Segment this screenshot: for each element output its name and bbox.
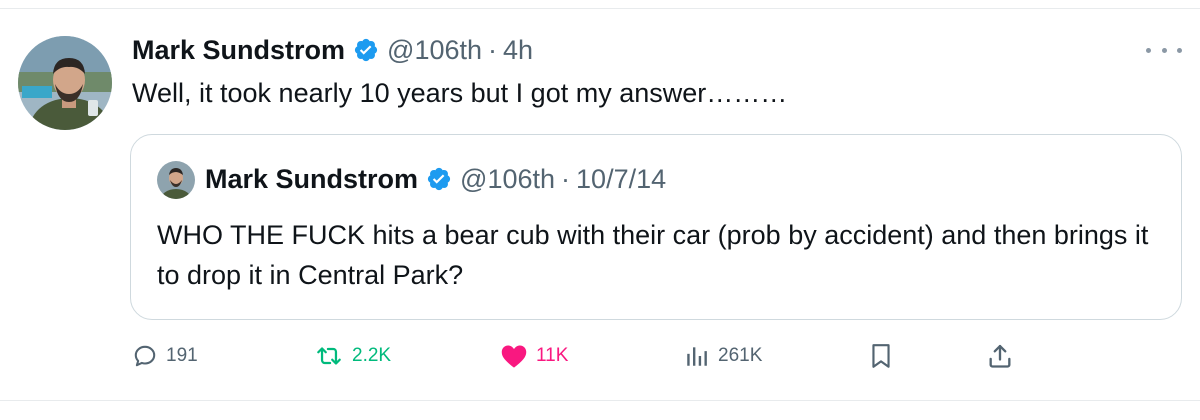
quoted-author-name[interactable]: Mark Sundstrom <box>205 164 418 195</box>
action-bar: 191 2.2K 11K 261K <box>0 334 1200 378</box>
share-button[interactable] <box>986 334 1014 378</box>
tweet-time[interactable]: 4h <box>503 35 533 66</box>
views-button[interactable]: 261K <box>684 334 762 378</box>
verified-icon <box>353 37 379 63</box>
like-icon <box>500 343 528 369</box>
views-icon <box>684 343 710 369</box>
like-count: 11K <box>536 345 569 366</box>
reply-icon <box>132 343 158 369</box>
views-count: 261K <box>718 345 763 366</box>
reply-count: 191 <box>166 345 198 366</box>
quoted-author-avatar <box>157 161 195 199</box>
repost-button[interactable]: 2.2K <box>314 334 391 378</box>
author-name[interactable]: Mark Sundstrom <box>132 35 345 66</box>
tweet-text: Well, it took nearly 10 years but I got … <box>132 78 788 108</box>
more-icon[interactable] <box>1146 40 1182 60</box>
quoted-date: 10/7/14 <box>576 163 667 194</box>
like-button[interactable]: 11K <box>500 334 568 378</box>
repost-icon <box>314 343 344 369</box>
repost-count: 2.2K <box>352 345 392 366</box>
quoted-author-handle[interactable]: @106th <box>460 164 555 195</box>
quoted-header: Mark Sundstrom @106th · 10/7/14 <box>205 159 666 199</box>
top-divider <box>0 8 1200 9</box>
share-icon <box>986 342 1014 370</box>
quoted-text: WHO THE FUCK hits a bear cub with their … <box>157 220 1149 290</box>
bookmark-icon <box>868 342 894 370</box>
quoted-tweet[interactable]: Mark Sundstrom @106th · 10/7/14 WHO THE … <box>130 134 1182 320</box>
tweet-header: Mark Sundstrom @106th · 4h <box>132 30 533 70</box>
verified-icon <box>426 166 452 192</box>
separator-dot: · <box>561 163 571 194</box>
author-handle[interactable]: @106th <box>387 35 482 66</box>
reply-button[interactable]: 191 <box>132 334 198 378</box>
bottom-divider <box>0 400 1200 401</box>
author-avatar[interactable] <box>18 36 112 130</box>
bookmark-button[interactable] <box>868 334 894 378</box>
separator-dot: · <box>488 34 498 65</box>
